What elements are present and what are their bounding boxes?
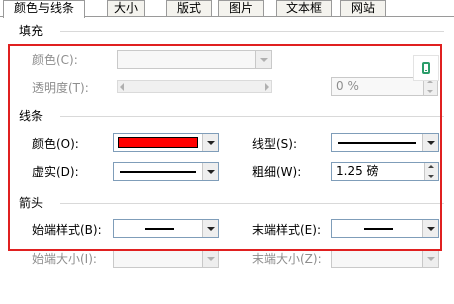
side-float-button[interactable] <box>413 55 439 81</box>
slider-right-arrow-icon[interactable] <box>265 83 269 91</box>
tab-strip: 颜色与线条 大小 版式 图片 文本框 网站 <box>0 0 454 18</box>
transparency-value: 0 % <box>336 79 359 93</box>
chevron-down-icon <box>426 256 435 261</box>
dash-preview <box>120 171 196 173</box>
begin-size-label: 始端大小(I): <box>32 252 97 266</box>
end-size-label: 末端大小(Z): <box>252 252 322 266</box>
end-style-dropdown[interactable] <box>331 219 439 238</box>
line-color-dropdown[interactable] <box>113 133 219 152</box>
line-group-title: 线条 <box>19 109 44 123</box>
end-size-dropdown[interactable] <box>331 249 439 268</box>
end-style-label: 末端样式(E): <box>252 223 321 237</box>
chevron-down-icon <box>259 57 268 62</box>
begin-style-dropdown[interactable] <box>113 219 219 238</box>
tab-size[interactable]: 大小 <box>107 0 145 16</box>
end-style-dropdown-button[interactable] <box>422 220 438 237</box>
chevron-down-icon <box>206 140 215 145</box>
transparency-label: 透明度(T): <box>32 81 89 95</box>
chevron-down-icon <box>426 140 435 145</box>
line-color-label: 颜色(O): <box>32 137 79 151</box>
begin-size-dropdown-button[interactable] <box>202 250 218 267</box>
fill-separator <box>60 31 444 32</box>
line-style-preview <box>338 142 416 144</box>
dash-label: 虚实(D): <box>32 165 79 179</box>
line-separator <box>60 116 444 117</box>
line-style-dropdown[interactable] <box>331 133 439 152</box>
chevron-down-icon <box>206 226 215 231</box>
arrows-group-title: 箭头 <box>19 196 44 210</box>
fill-color-dropdown[interactable] <box>117 50 272 69</box>
end-style-preview <box>363 228 394 230</box>
tab-textbox[interactable]: 文本框 <box>276 0 332 16</box>
fill-group-title: 填充 <box>19 24 44 38</box>
phone-icon <box>422 62 430 74</box>
chevron-down-icon <box>206 256 215 261</box>
weight-spin-buttons[interactable] <box>424 163 438 180</box>
fill-color-label: 颜色(C): <box>32 53 78 67</box>
dash-dropdown[interactable] <box>113 162 219 181</box>
line-style-label: 线型(S): <box>252 137 298 151</box>
line-color-swatch <box>118 137 198 148</box>
end-size-dropdown-button[interactable] <box>422 250 438 267</box>
weight-label: 粗细(W): <box>252 165 302 179</box>
begin-style-label: 始端样式(B): <box>32 223 102 237</box>
tab-picture[interactable]: 图片 <box>218 0 264 16</box>
begin-size-dropdown[interactable] <box>113 249 219 268</box>
begin-style-dropdown-button[interactable] <box>202 220 218 237</box>
spin-down-icon <box>427 90 433 93</box>
transparency-slider[interactable] <box>117 80 272 93</box>
line-color-dropdown-button[interactable] <box>202 134 218 151</box>
tab-colors-lines[interactable]: 颜色与线条 <box>3 0 85 18</box>
arrows-separator <box>60 203 444 204</box>
tab-layout[interactable]: 版式 <box>166 0 212 16</box>
weight-value: 1.25 磅 <box>336 164 379 178</box>
tab-website[interactable]: 网站 <box>340 0 386 16</box>
dash-dropdown-button[interactable] <box>202 163 218 180</box>
slider-left-arrow-icon[interactable] <box>120 83 124 91</box>
fill-color-dropdown-button[interactable] <box>255 51 271 68</box>
chevron-down-icon <box>206 169 215 174</box>
spin-up-icon <box>428 165 434 168</box>
begin-style-preview <box>145 228 175 230</box>
chevron-down-icon <box>426 226 435 231</box>
spin-down-icon <box>428 175 434 178</box>
weight-spinbox[interactable]: 1.25 磅 <box>331 162 439 181</box>
line-style-dropdown-button[interactable] <box>422 134 438 151</box>
